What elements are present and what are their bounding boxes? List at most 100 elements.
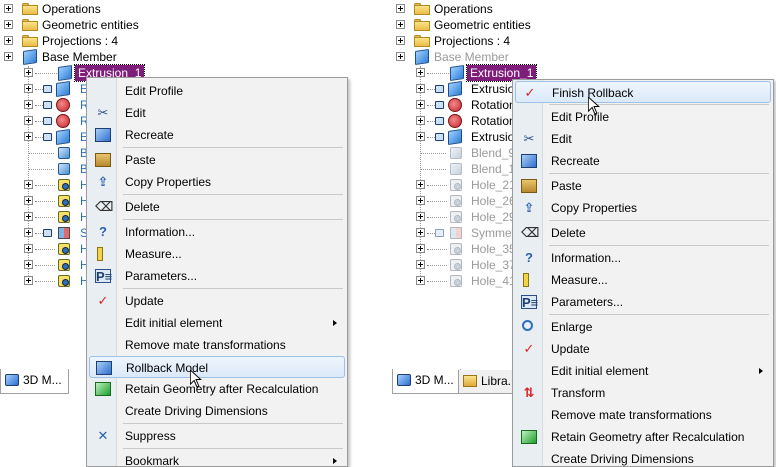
- tree-item-geometric-entities[interactable]: Geometric entities: [396, 17, 596, 33]
- menu-item-delete[interactable]: ⌫ Delete: [515, 222, 771, 244]
- menu-item-rollback-model[interactable]: Rollback Model: [89, 356, 345, 378]
- expand-icon[interactable]: [24, 132, 33, 141]
- chain-icon: [43, 101, 52, 109]
- expand-icon[interactable]: [24, 68, 33, 77]
- expand-icon[interactable]: [24, 100, 33, 109]
- tab-3d-model[interactable]: 3D M...: [0, 369, 69, 394]
- menu-item-retain-geometry[interactable]: Retain Geometry after Recalculation: [515, 426, 771, 448]
- tree-item[interactable]: Symmetr: [416, 225, 526, 241]
- expand-icon[interactable]: [416, 228, 425, 237]
- expand-icon[interactable]: [396, 20, 405, 29]
- expand-icon[interactable]: [4, 52, 13, 61]
- expand-icon[interactable]: [4, 36, 13, 45]
- menu-item-transform[interactable]: ⇅ Transform: [515, 382, 771, 404]
- menu-item-measure[interactable]: Measure...: [515, 269, 771, 291]
- expand-icon[interactable]: [396, 4, 405, 13]
- tree-item[interactable]: Hole_35: [416, 241, 526, 257]
- tree-item-base-member[interactable]: Base Member: [4, 49, 204, 65]
- menu-item-bookmark[interactable]: Bookmark: [89, 450, 345, 467]
- submenu-arrow-icon: [759, 368, 763, 374]
- tree-item-base-member[interactable]: Base Member: [396, 49, 596, 65]
- tree-item[interactable]: Hole_21: [416, 177, 526, 193]
- expand-icon[interactable]: [416, 180, 425, 189]
- tree-item[interactable]: Rotation: [416, 113, 526, 129]
- expand-icon[interactable]: [24, 260, 33, 269]
- hole-icon: [450, 211, 462, 223]
- expand-icon[interactable]: [416, 260, 425, 269]
- menu-item-recreate[interactable]: Recreate: [89, 124, 345, 146]
- expand-icon[interactable]: [416, 116, 425, 125]
- expand-icon[interactable]: [24, 244, 33, 253]
- tab-3d-model[interactable]: 3D M...: [392, 369, 461, 394]
- menu-item-suppress[interactable]: ✕ Suppress: [89, 425, 345, 447]
- menu-item-remove-mate-transformations[interactable]: Remove mate transformations: [515, 404, 771, 426]
- menu-item-paste[interactable]: Paste: [89, 149, 345, 171]
- menu-item-retain-geometry[interactable]: Retain Geometry after Recalculation: [89, 378, 345, 400]
- tree-item[interactable]: Hole_37: [416, 257, 526, 273]
- menu-item-finish-rollback[interactable]: ✓ Finish Rollback: [515, 81, 771, 103]
- expand-icon[interactable]: [24, 228, 33, 237]
- expand-icon[interactable]: [396, 36, 405, 45]
- expand-icon[interactable]: [24, 116, 33, 125]
- menu-item-edit-initial-element[interactable]: Edit initial element: [89, 312, 345, 334]
- expand-icon[interactable]: [396, 52, 405, 61]
- menu-item-copy-properties[interactable]: ⇪ Copy Properties: [515, 197, 771, 219]
- expand-icon[interactable]: [416, 196, 425, 205]
- tree-item-projections[interactable]: Projections : 4: [4, 33, 204, 49]
- expand-icon[interactable]: [24, 84, 33, 93]
- tree-item[interactable]: Rotation: [416, 97, 526, 113]
- tree-item[interactable]: Hole_41: [416, 273, 526, 289]
- menu-item-edit[interactable]: ✂ Edit: [89, 102, 345, 124]
- tree-item-operations[interactable]: Operations: [396, 1, 596, 17]
- tree-item[interactable]: Blend_9: [416, 145, 526, 161]
- expand-icon[interactable]: [4, 20, 13, 29]
- menu-item-update[interactable]: ✓ Update: [515, 338, 771, 360]
- menu-item-remove-mate-transformations[interactable]: Remove mate transformations: [89, 334, 345, 356]
- menu-label: Recreate: [125, 128, 174, 142]
- hole-icon: [450, 195, 462, 207]
- tree-item-operations[interactable]: Operations: [4, 1, 204, 17]
- expand-icon[interactable]: [416, 212, 425, 221]
- tree-item-projections[interactable]: Projections : 4: [396, 33, 596, 49]
- expand-icon[interactable]: [416, 84, 425, 93]
- menu-item-enlarge[interactable]: Enlarge: [515, 316, 771, 338]
- tree-item[interactable]: Hole_29: [416, 209, 526, 225]
- menu-item-edit[interactable]: ✂ Edit: [515, 128, 771, 150]
- menu-label: Update: [125, 294, 164, 308]
- expand-icon[interactable]: [416, 132, 425, 141]
- menu-item-copy-properties[interactable]: ⇪ Copy Properties: [89, 171, 345, 193]
- menu-item-create-driving-dimensions[interactable]: Create Driving Dimensions: [515, 448, 771, 467]
- expand-icon[interactable]: [416, 100, 425, 109]
- menu-item-recreate[interactable]: Recreate: [515, 150, 771, 172]
- expand-icon[interactable]: [24, 180, 33, 189]
- menu-item-edit-initial-element[interactable]: Edit initial element: [515, 360, 771, 382]
- context-menu: Edit Profile ✂ Edit Recreate Paste ⇪ Copy …: [86, 77, 348, 467]
- menu-item-information[interactable]: ? Information...: [515, 247, 771, 269]
- menu-item-edit-profile[interactable]: Edit Profile: [89, 80, 345, 102]
- menu-item-measure[interactable]: Measure...: [89, 243, 345, 265]
- expand-icon[interactable]: [24, 196, 33, 205]
- menu-item-information[interactable]: ? Information...: [89, 221, 345, 243]
- tree-item-geometric-entities[interactable]: Geometric entities: [4, 17, 204, 33]
- menu-label: Measure...: [125, 247, 182, 261]
- expand-icon[interactable]: [4, 4, 13, 13]
- menu-item-edit-profile[interactable]: Edit Profile: [515, 106, 771, 128]
- menu-item-parameters[interactable]: P≡ Parameters...: [89, 265, 345, 287]
- expand-icon[interactable]: [24, 276, 33, 285]
- tree-item[interactable]: Extrusion: [416, 81, 526, 97]
- menu-item-delete[interactable]: ⌫ Delete: [89, 196, 345, 218]
- rotation-icon: [448, 114, 462, 128]
- expand-icon[interactable]: [416, 244, 425, 253]
- tree-item[interactable]: Hole_26: [416, 193, 526, 209]
- menu-item-create-driving-dimensions[interactable]: Create Driving Dimensions: [89, 400, 345, 422]
- tree-item[interactable]: Extrusion: [416, 129, 526, 145]
- menu-item-parameters[interactable]: P≡ Parameters...: [515, 291, 771, 313]
- expand-icon[interactable]: [24, 212, 33, 221]
- tree-label: Projections : 4: [434, 34, 511, 48]
- extrusion-icon: [56, 129, 70, 145]
- menu-item-update[interactable]: ✓ Update: [89, 290, 345, 312]
- expand-icon[interactable]: [416, 276, 425, 285]
- menu-item-paste[interactable]: Paste: [515, 175, 771, 197]
- tree-item[interactable]: Blend_1: [416, 161, 526, 177]
- expand-icon[interactable]: [416, 68, 425, 77]
